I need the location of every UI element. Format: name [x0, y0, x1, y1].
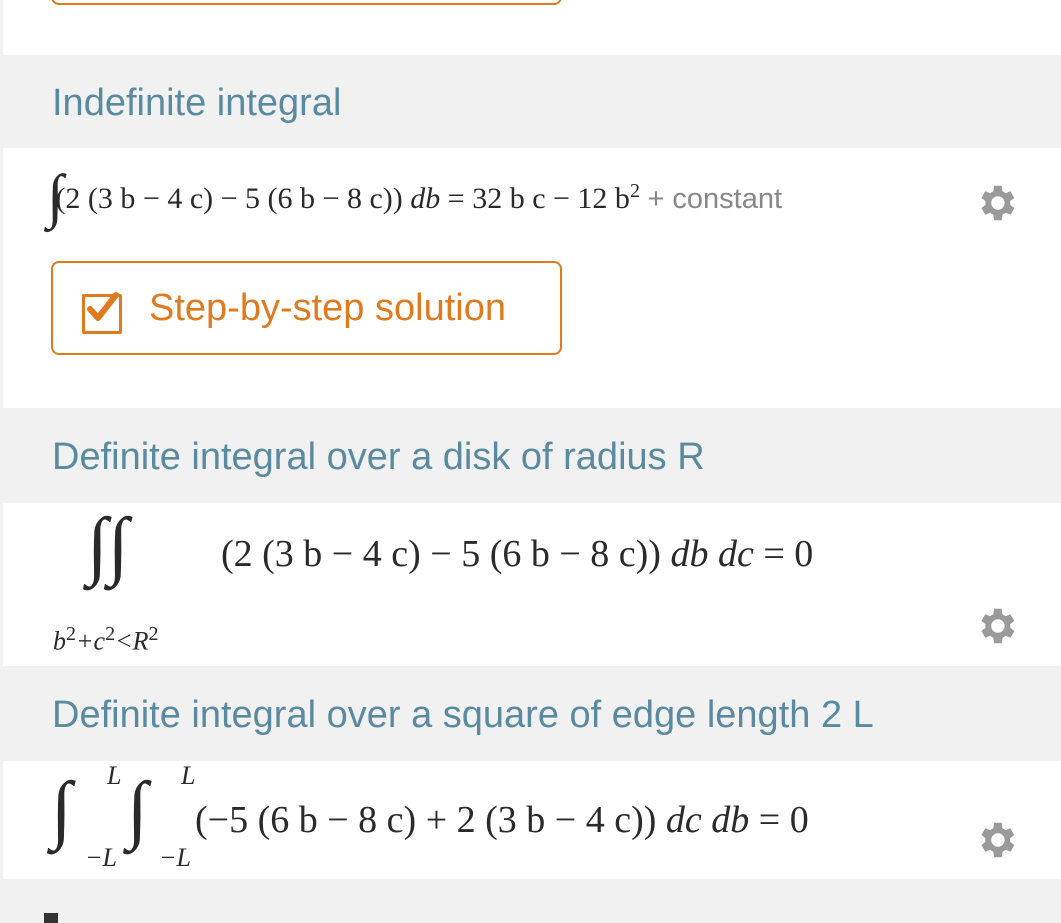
square-result: = 0 [758, 799, 809, 841]
indefinite-integral-title: Indefinite integral [52, 82, 342, 124]
previous-pod [3, 0, 1061, 55]
second-lower-limit: −L [159, 843, 192, 872]
region-lt: <R [115, 626, 149, 656]
first-upper-limit: L [107, 761, 122, 790]
result: = 32 b c − 12 b [447, 182, 630, 215]
second-integral-sign: ∫ [127, 767, 148, 851]
constant-label: + constant [647, 183, 783, 215]
second-upper-limit: L [181, 761, 196, 790]
step-by-step-label: Step-by-step solution [149, 287, 506, 329]
region-exponent: 2 [148, 623, 159, 645]
differential: db [410, 182, 441, 215]
disk-expression: (2 (3 b − 4 c) − 5 (6 b − 8 c)) [221, 533, 661, 575]
region-b: b [53, 626, 66, 656]
indefinite-integral-expression: ∫(2 (3 b − 4 c) − 5 (6 b − 8 c)) db = 32… [47, 166, 783, 226]
square-integrand: (−5 (6 b − 8 c) + 2 (3 b − 4 c)) dc db =… [195, 795, 809, 845]
region-exponent: 2 [66, 623, 76, 645]
disk-integrand: (2 (3 b − 4 c) − 5 (6 b − 8 c)) db dc = … [221, 529, 813, 579]
disk-integral-pod: ∫∫ (2 (3 b − 4 c) − 5 (6 b − 8 c)) db dc… [3, 503, 1061, 666]
previous-button-edge[interactable] [51, 0, 562, 5]
checkbox-icon [82, 292, 122, 334]
first-lower-limit: −L [85, 843, 118, 872]
integrand: (2 (3 b − 4 c) − 5 (6 b − 8 c)) [55, 182, 403, 215]
result-exponent: 2 [629, 180, 640, 202]
region-plus: +c [76, 626, 106, 656]
double-integral-sign: ∫∫ [87, 503, 129, 587]
settings-gear-icon[interactable] [973, 603, 1019, 649]
disk-result: = 0 [763, 533, 814, 575]
integral-sign: ∫ [47, 163, 64, 229]
square-integral-pod: ∫ L −L ∫ L −L (−5 (6 b − 8 c) + 2 (3 b −… [3, 761, 1061, 879]
settings-gear-icon[interactable] [973, 817, 1019, 863]
step-by-step-button[interactable]: Step-by-step solution [51, 261, 562, 355]
disk-region: b2+c2<R2 [53, 617, 159, 659]
next-pod-fragment [44, 913, 58, 923]
disk-differentials: db dc [670, 533, 754, 575]
first-integral-sign: ∫ [51, 767, 72, 851]
disk-integral-title: Definite integral over a disk of radius … [52, 436, 705, 478]
settings-gear-icon[interactable] [973, 180, 1019, 226]
square-expression: (−5 (6 b − 8 c) + 2 (3 b − 4 c)) [195, 799, 657, 841]
square-differentials: dc db [665, 799, 750, 841]
region-exponent: 2 [105, 623, 116, 645]
square-integral-title: Definite integral over a square of edge … [52, 694, 874, 736]
indefinite-integral-pod: ∫(2 (3 b − 4 c) − 5 (6 b − 8 c)) db = 32… [3, 148, 1061, 408]
